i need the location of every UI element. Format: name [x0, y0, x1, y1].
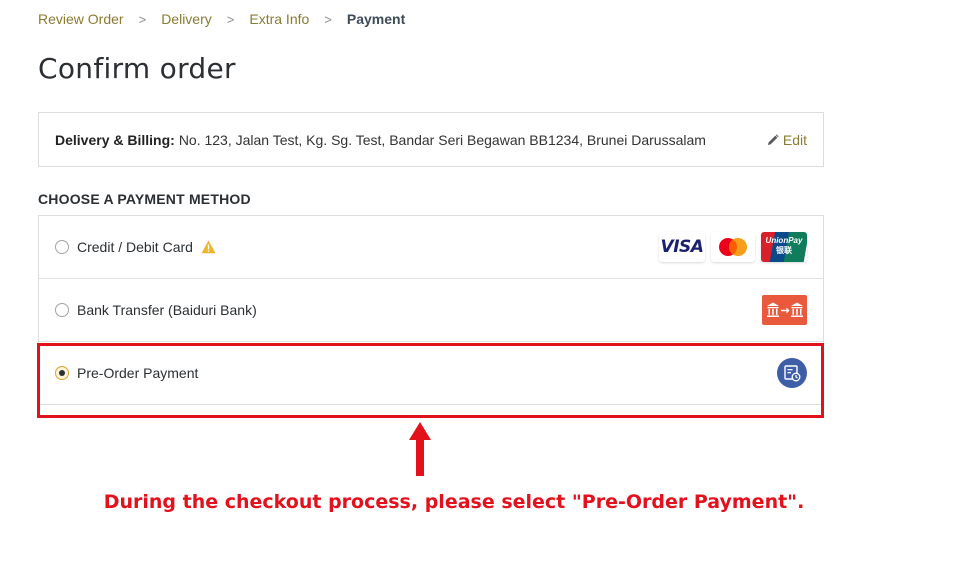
page-title: Confirm order [38, 52, 236, 85]
unionpay-logo: UnionPay 银联 [761, 232, 807, 262]
pencil-icon [767, 133, 779, 145]
breadcrumb-extra-info[interactable]: Extra Info [249, 11, 309, 27]
breadcrumb-delivery[interactable]: Delivery [161, 11, 212, 27]
arrow-up-icon [409, 422, 431, 476]
breadcrumb-separator: > [324, 11, 332, 27]
edit-address-link[interactable]: Edit [767, 132, 807, 148]
credit-card-radio[interactable] [55, 240, 69, 254]
edit-label: Edit [782, 131, 807, 148]
mastercard-logo [711, 232, 755, 262]
breadcrumb: Review Order > Delivery > Extra Info > P… [38, 10, 405, 28]
pre-order-radio[interactable] [55, 366, 69, 380]
bank-transfer-icon [762, 295, 807, 325]
pre-order-icon [777, 358, 807, 388]
pre-order-label: Pre-Order Payment [77, 365, 199, 381]
payment-option-pre-order[interactable]: Pre-Order Payment [39, 342, 823, 404]
warning-icon [201, 240, 216, 254]
credit-card-label: Credit / Debit Card [77, 239, 193, 255]
breadcrumb-payment: Payment [346, 11, 406, 27]
payment-option-credit-card[interactable]: Credit / Debit Card VISA UnionPay 银联 [39, 216, 823, 279]
unionpay-logo-text: UnionPay [765, 236, 803, 245]
bank-transfer-radio[interactable] [55, 303, 69, 317]
payment-method-list: Credit / Debit Card VISA UnionPay 银联 Ban… [38, 215, 824, 405]
address-label: Delivery & Billing: [55, 131, 175, 148]
unionpay-logo-cn: 银联 [776, 246, 792, 255]
breadcrumb-review-order[interactable]: Review Order [38, 11, 124, 27]
visa-logo: VISA [659, 232, 705, 262]
instruction-text: During the checkout process, please sele… [103, 491, 805, 513]
address-summary: Delivery & Billing: No. 123, Jalan Test,… [38, 112, 824, 167]
payment-option-bank-transfer[interactable]: Bank Transfer (Baiduri Bank) [39, 279, 823, 342]
payment-method-heading: CHOOSE A PAYMENT METHOD [38, 191, 251, 207]
address-value: No. 123, Jalan Test, Kg. Sg. Test, Banda… [178, 131, 706, 148]
bank-transfer-label: Bank Transfer (Baiduri Bank) [77, 302, 257, 318]
breadcrumb-separator: > [226, 11, 235, 27]
breadcrumb-separator: > [138, 11, 147, 27]
